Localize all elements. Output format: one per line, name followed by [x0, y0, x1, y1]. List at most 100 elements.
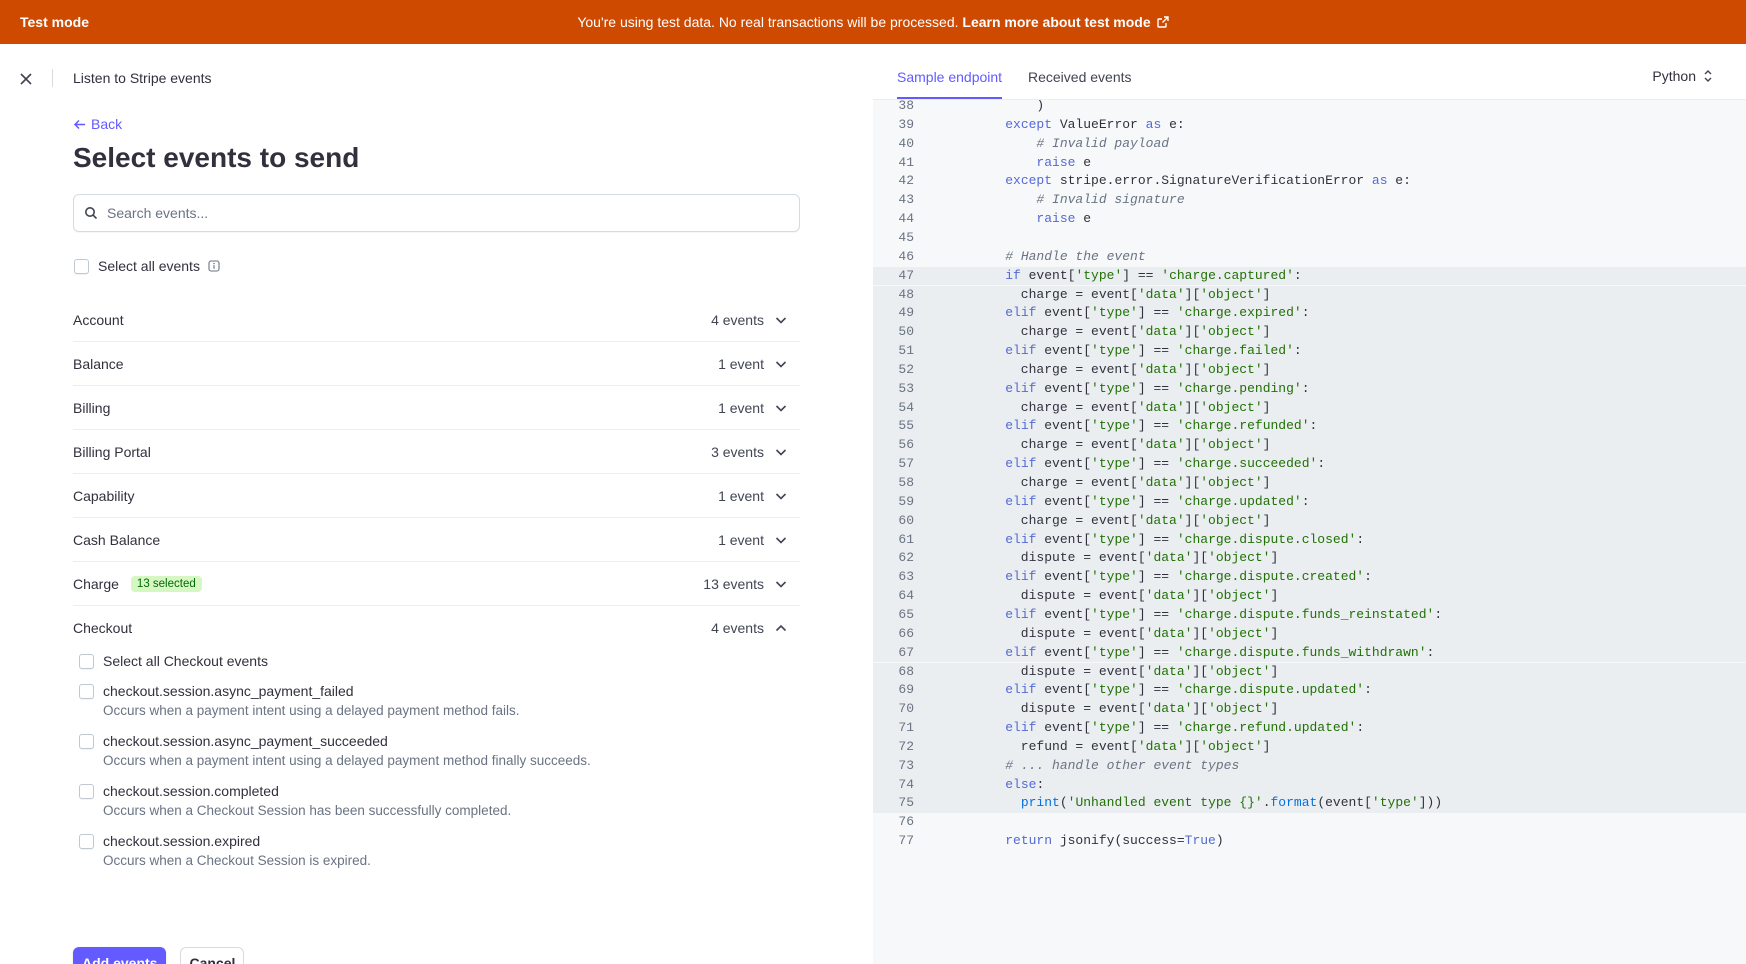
code-text: charge = event['data']['object']	[974, 399, 1271, 415]
code-line: 38 )	[873, 100, 1746, 116]
chevron-down-icon	[775, 404, 787, 412]
category-name: Billing	[73, 399, 111, 416]
select-all-checkout[interactable]: Select all Checkout events	[79, 652, 799, 670]
tab-received-events[interactable]: Received events	[1028, 69, 1132, 85]
code-text: charge = event['data']['object']	[974, 324, 1271, 340]
search-input[interactable]	[107, 205, 787, 221]
event-name: checkout.session.async_payment_succeeded	[103, 733, 388, 749]
code-line: 61 elif event['type'] == 'charge.dispute…	[873, 530, 1746, 550]
line-number: 76	[898, 814, 914, 830]
line-number: 56	[898, 437, 914, 453]
code-text: elif event['type'] == 'charge.updated':	[1005, 493, 1310, 509]
code-text: elif event['type'] == 'charge.refund.upd…	[1005, 720, 1365, 736]
info-icon[interactable]	[208, 260, 220, 272]
line-number: 71	[898, 720, 914, 736]
event-checkbox[interactable]	[79, 734, 94, 749]
line-number: 65	[898, 606, 914, 622]
cancel-button[interactable]: Cancel	[180, 947, 245, 964]
event-option[interactable]: checkout.session.async_payment_succeeded…	[79, 732, 799, 769]
code-line: 41 raise e	[873, 154, 1746, 173]
chevron-up-icon	[775, 624, 787, 632]
tab-sample-endpoint[interactable]: Sample endpoint	[897, 69, 1003, 99]
line-number: 63	[898, 569, 914, 585]
page-title: Select events to send	[73, 142, 360, 173]
line-number: 77	[898, 833, 914, 849]
learn-more-link[interactable]: Learn more about test mode	[962, 14, 1169, 30]
code-line: 66 dispute = event['data']['object']	[873, 624, 1746, 644]
line-number: 67	[898, 644, 914, 660]
category-name: Cash Balance	[73, 531, 161, 548]
select-all-events[interactable]: Select all events	[74, 258, 220, 274]
code-line: 68 dispute = event['data']['object']	[873, 662, 1746, 682]
event-checkbox[interactable]	[79, 834, 94, 849]
code-line: 60 charge = event['data']['object']	[873, 511, 1746, 531]
code-line: 77 return jsonify(success=True)	[873, 832, 1746, 851]
line-number: 55	[898, 418, 914, 434]
line-number: 51	[898, 343, 914, 359]
code-line: 57 elif event['type'] == 'charge.succeed…	[873, 455, 1746, 474]
category-name: Checkout	[73, 620, 133, 636]
code-line: 40 # Invalid payload	[873, 135, 1746, 154]
add-events-button[interactable]: Add events	[73, 947, 167, 964]
code-tabs: Sample endpoint Received events Python	[873, 44, 1746, 100]
code-text: dispute = event['data']['object']	[974, 701, 1279, 717]
line-number: 46	[898, 248, 914, 264]
category-count: 3 events	[711, 443, 764, 460]
select-all-checkout-checkbox[interactable]	[79, 654, 94, 669]
close-icon[interactable]	[17, 70, 35, 88]
category-count: 1 event	[718, 531, 764, 548]
event-checkbox[interactable]	[79, 684, 94, 699]
category-account[interactable]: Account 4 events	[73, 298, 800, 342]
line-number: 60	[898, 512, 914, 528]
chevron-down-icon	[775, 360, 787, 368]
back-link[interactable]: Back	[73, 116, 122, 132]
line-number: 74	[898, 776, 914, 792]
chevron-up-down-icon	[1704, 70, 1712, 82]
code-text: refund = event['data']['object']	[974, 738, 1271, 754]
category-balance[interactable]: Balance 1 event	[73, 342, 800, 386]
language-select[interactable]: Python	[1652, 68, 1714, 84]
line-number: 58	[898, 475, 914, 490]
select-all-checkout-label: Select all Checkout events	[103, 653, 268, 669]
code-text: except ValueError as e:	[1005, 116, 1185, 132]
learn-more-link-text[interactable]: Learn more about test mode	[962, 14, 1150, 30]
line-number: 61	[898, 531, 914, 547]
line-number: 45	[898, 229, 914, 245]
code-line: 69 elif event['type'] == 'charge.dispute…	[873, 681, 1746, 701]
line-number: 43	[898, 192, 914, 208]
category-billing-portal[interactable]: Billing Portal 3 events	[73, 430, 800, 474]
code-line: 48 charge = event['data']['object']	[873, 285, 1746, 305]
category-cash-balance[interactable]: Cash Balance 1 event	[73, 518, 800, 562]
line-number: 52	[898, 361, 914, 377]
category-charge[interactable]: Charge 13 selected 13 events	[73, 562, 800, 606]
footer-actions: Add events Cancel	[73, 947, 245, 964]
chevron-down-icon	[775, 492, 787, 500]
code-line: 51 elif event['type'] == 'charge.failed'…	[873, 342, 1746, 361]
category-count: 4 events	[711, 620, 764, 636]
code-line: 43 # Invalid signature	[873, 191, 1746, 210]
event-checkbox[interactable]	[79, 784, 94, 799]
event-option[interactable]: checkout.session.async_payment_failed Oc…	[79, 682, 799, 719]
code-text: )	[974, 100, 1045, 113]
code-line: 71 elif event['type'] == 'charge.refund.…	[873, 719, 1746, 738]
line-number: 70	[898, 701, 914, 717]
category-count: 1 event	[718, 355, 764, 372]
chevron-down-icon	[775, 316, 787, 324]
code-text: return jsonify(success=True)	[1005, 833, 1224, 849]
event-description: Occurs when a Checkout Session has been …	[103, 803, 512, 818]
event-option[interactable]: checkout.session.completed Occurs when a…	[79, 782, 799, 819]
code-line: 59 elif event['type'] == 'charge.updated…	[873, 492, 1746, 512]
code-text: charge = event['data']['object']	[974, 437, 1271, 453]
category-capability[interactable]: Capability 1 event	[73, 474, 800, 518]
code-line: 63 elif event['type'] == 'charge.dispute…	[873, 568, 1746, 588]
event-option[interactable]: checkout.session.expired Occurs when a C…	[79, 832, 799, 869]
code-text: elif event['type'] == 'charge.dispute.fu…	[1005, 606, 1443, 622]
category-checkout[interactable]: Checkout 4 events	[73, 606, 800, 650]
code-text: raise e	[1036, 154, 1092, 170]
category-count: 1 event	[718, 487, 764, 504]
category-billing[interactable]: Billing 1 event	[73, 386, 800, 430]
topbar-divider	[52, 69, 53, 87]
line-number: 53	[898, 380, 914, 396]
code-text: elif event['type'] == 'charge.dispute.fu…	[1005, 644, 1435, 660]
select-all-checkbox[interactable]	[74, 258, 89, 274]
